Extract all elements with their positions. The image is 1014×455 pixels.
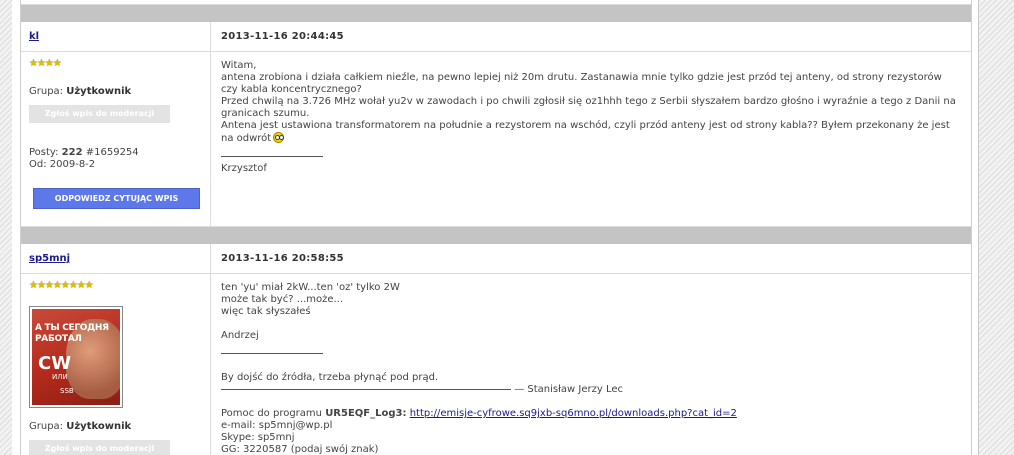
post-author-panel: kl ★★★★ Grupa: Użytkownik Zgłoś wpis do … bbox=[21, 22, 211, 226]
right-margin-pattern bbox=[978, 0, 1014, 455]
signature-quote: By dojść do źródła, trzeba płynąć pod pr… bbox=[221, 372, 439, 383]
avatar-image: А ТЫ СЕГОДНЯ РАБОТАЛ CW ИЛИ SSB bbox=[32, 309, 120, 405]
avatar-ssb-text: SSB bbox=[60, 387, 74, 395]
post-id: #1659254 bbox=[85, 147, 139, 158]
post-separator bbox=[21, 227, 971, 244]
author-link[interactable]: sp5mnj bbox=[29, 253, 70, 264]
member-since: Od: 2009-8-2 bbox=[29, 159, 96, 170]
avatar-caption-line: А ТЫ СЕГОДНЯ bbox=[35, 323, 109, 333]
report-post-button[interactable]: Zgłoś wpis do moderacji bbox=[29, 440, 170, 455]
post-text-line: Antena jest ustawiona transformatorem na… bbox=[221, 120, 950, 144]
group-label: Grupa: bbox=[29, 421, 64, 432]
signature-email: e-mail: sp5mnj@wp.pl bbox=[221, 420, 333, 431]
author-link[interactable]: kl bbox=[29, 31, 39, 42]
post-content-panel: 2013-11-16 20:58:55 ten 'yu' miał 2kW...… bbox=[211, 244, 971, 455]
post-text-line: więc tak słyszałeś bbox=[221, 306, 311, 317]
signature-divider bbox=[221, 352, 323, 354]
post-body: ten 'yu' miał 2kW...ten 'oz' tylko 2W mo… bbox=[221, 282, 957, 455]
post-header: 2013-11-16 20:58:55 bbox=[211, 244, 971, 274]
help-program-name: UR5EQF_Log3: bbox=[325, 408, 407, 419]
user-group: Grupa: Użytkownik bbox=[29, 421, 131, 432]
posts-count-label: Posty: bbox=[29, 147, 59, 158]
post-content-panel: 2013-11-16 20:44:45 Witam, antena zrobio… bbox=[211, 22, 971, 226]
reply-quote-button[interactable]: ODPOWIEDZ CYTUJĄC WPIS bbox=[33, 188, 200, 209]
post-text-line: może tak być? ...może... bbox=[221, 294, 344, 305]
rank-stars: ★★★★★★★★ bbox=[29, 280, 94, 291]
report-post-button[interactable]: Zgłoś wpis do moderacji bbox=[29, 105, 170, 123]
group-label: Grupa: bbox=[29, 86, 64, 97]
user-stats: Posty: 222 #1659254 Od: 2009-8-2 bbox=[29, 147, 139, 171]
avatar-caption: А ТЫ СЕГОДНЯ РАБОТАЛ bbox=[35, 323, 109, 345]
post-header: 2013-11-16 20:44:45 bbox=[211, 22, 971, 52]
avatar-caption-line: РАБОТАЛ bbox=[35, 334, 82, 344]
signature-text: Krzysztof bbox=[221, 163, 267, 174]
confused-smiley-icon bbox=[273, 132, 285, 143]
left-margin-pattern bbox=[0, 0, 12, 455]
post-text-line: Witam, bbox=[221, 60, 257, 71]
avatar: А ТЫ СЕГОДНЯ РАБОТАЛ CW ИЛИ SSB bbox=[29, 306, 123, 408]
signature-skype: Skype: sp5mnj bbox=[221, 432, 295, 443]
signature-gg: GG: 3220587 (podaj swój znak) bbox=[221, 444, 379, 455]
post-text-line: antena zrobiona i działa całkiem nieźle,… bbox=[221, 72, 942, 95]
post-author-panel: sp5mnj ★★★★★★★★ А ТЫ СЕГОДНЯ РАБОТАЛ CW … bbox=[21, 244, 211, 455]
avatar-ili-text: ИЛИ bbox=[52, 373, 68, 381]
rank-stars: ★★★★ bbox=[29, 58, 62, 69]
author-header: sp5mnj bbox=[21, 244, 210, 274]
help-prefix: Pomoc do programu bbox=[221, 408, 322, 419]
group-value: Użytkownik bbox=[66, 421, 132, 432]
post-date: 2013-11-16 20:44:45 bbox=[221, 31, 344, 42]
quote-divider bbox=[221, 388, 511, 390]
post-text-line: Przed chwilą na 3.726 MHz wołał yu2v w z… bbox=[221, 96, 956, 119]
post-item: sp5mnj ★★★★★★★★ А ТЫ СЕГОДНЯ РАБОТАЛ CW … bbox=[21, 244, 971, 455]
avatar-cw-text: CW bbox=[38, 353, 72, 374]
download-link[interactable]: http://emisje-cyfrowe.sq9jxb-sq6mno.pl/d… bbox=[410, 408, 737, 419]
post-text-line: ten 'yu' miał 2kW...ten 'oz' tylko 2W bbox=[221, 282, 400, 293]
user-group: Grupa: Użytkownik bbox=[29, 86, 131, 97]
post-body: Witam, antena zrobiona i działa całkiem … bbox=[221, 60, 957, 175]
signature-name: Andrzej bbox=[221, 330, 259, 341]
group-value: Użytkownik bbox=[66, 86, 132, 97]
post-item: kl ★★★★ Grupa: Użytkownik Zgłoś wpis do … bbox=[21, 22, 971, 227]
post-separator bbox=[21, 5, 971, 22]
forum-thread: kl ★★★★ Grupa: Użytkownik Zgłoś wpis do … bbox=[20, 0, 972, 455]
quote-author: — Stanisław Jerzy Lec bbox=[514, 384, 624, 395]
author-header: kl bbox=[21, 22, 210, 52]
signature-divider bbox=[221, 155, 323, 157]
post-date: 2013-11-16 20:58:55 bbox=[221, 253, 344, 264]
posts-count-value: 222 bbox=[61, 147, 83, 158]
